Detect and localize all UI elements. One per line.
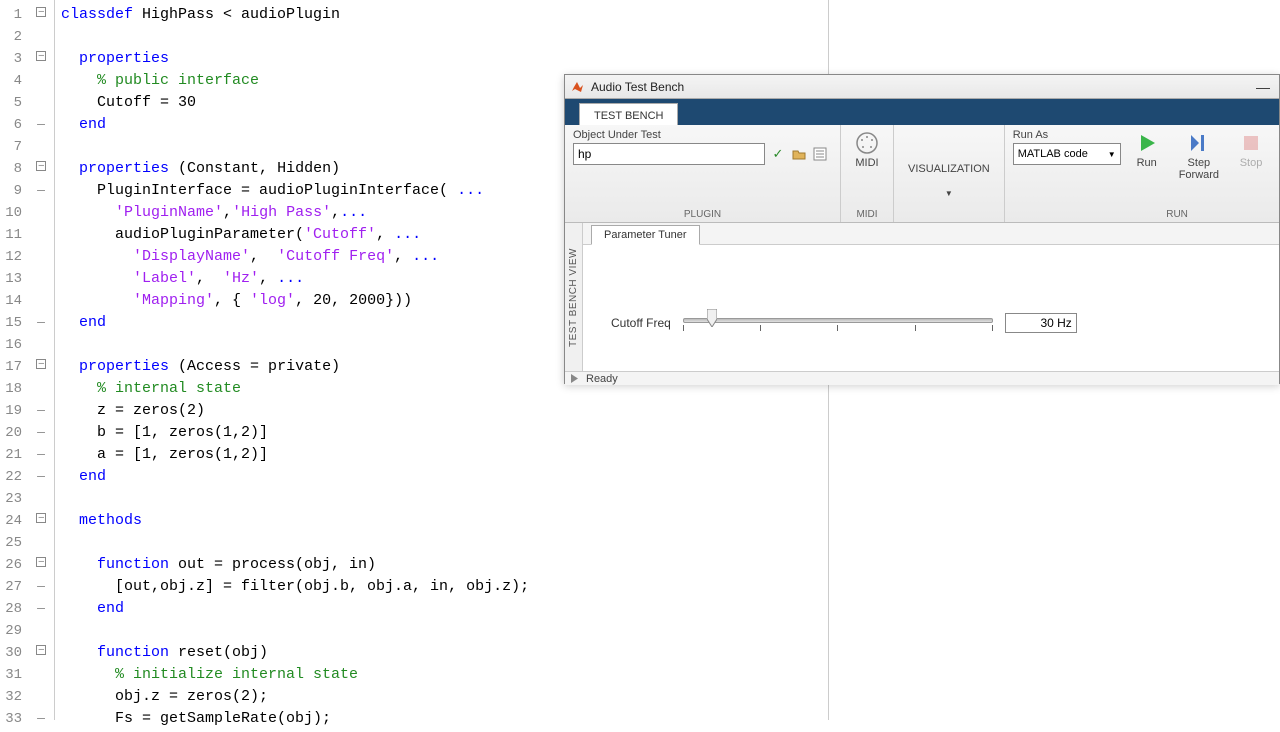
play-icon [1135, 131, 1159, 155]
midi-icon [855, 131, 879, 155]
open-icon[interactable] [790, 145, 808, 163]
group-midi: MIDI MIDI [841, 125, 894, 222]
tab-test-bench[interactable]: TEST BENCH [579, 103, 678, 125]
toolstrip: Object Under Test ✓ PLUGIN MIDI [565, 125, 1279, 223]
midi-label: MIDI [855, 157, 878, 169]
group-midi-label: MIDI [841, 209, 893, 220]
run-as-select[interactable]: MATLAB code ▼ [1013, 143, 1121, 165]
tuner-tab-bar: Parameter Tuner [583, 223, 1279, 245]
param-label: Cutoff Freq [611, 316, 671, 330]
group-plugin-label: PLUGIN [565, 209, 840, 220]
group-visualization: VISUALIZATION ▼ [894, 125, 1005, 222]
audio-test-bench-window: Audio Test Bench — TEST BENCH Object Und… [564, 74, 1280, 384]
test-bench-body: TEST BENCH VIEW Parameter Tuner Cutoff F… [565, 223, 1279, 371]
chevron-down-icon: ▼ [1108, 150, 1116, 159]
view-label: TEST BENCH VIEW [568, 248, 579, 347]
chevron-down-icon: ▼ [945, 189, 953, 198]
fold-gutter[interactable]: —————————— [28, 0, 54, 720]
line-number-gutter: 1234567891011121314151617181920212223242… [0, 0, 28, 720]
view-selector-sidebar[interactable]: TEST BENCH VIEW [565, 223, 583, 371]
midi-button[interactable]: MIDI [849, 129, 885, 171]
visualization-button[interactable]: VISUALIZATION ▼ [902, 161, 996, 200]
slider-ticks [683, 325, 993, 331]
cutoff-slider[interactable] [683, 313, 993, 333]
window-title: Audio Test Bench [591, 80, 1253, 94]
cutoff-value-input[interactable] [1005, 313, 1077, 333]
object-under-test-input[interactable] [573, 143, 765, 165]
minimize-button[interactable]: — [1253, 79, 1273, 95]
group-plugin: Object Under Test ✓ PLUGIN [565, 125, 841, 222]
run-as-label: Run As [1013, 129, 1121, 141]
slider-track [683, 318, 993, 323]
tab-parameter-tuner[interactable]: Parameter Tuner [591, 225, 700, 245]
title-bar[interactable]: Audio Test Bench — [565, 75, 1279, 99]
properties-icon[interactable] [811, 145, 829, 163]
object-under-test-label: Object Under Test [573, 129, 832, 141]
parameter-tuner-panel: Cutoff Freq [583, 245, 1279, 371]
visualization-label: VISUALIZATION [908, 163, 990, 175]
validate-icon[interactable]: ✓ [769, 145, 787, 163]
toolstrip-tab-bar: TEST BENCH [565, 99, 1279, 125]
matlab-icon [571, 80, 585, 94]
status-play-icon [569, 373, 580, 384]
run-button[interactable]: Run [1129, 129, 1165, 194]
stop-button[interactable]: Stop [1233, 129, 1269, 194]
status-bar: Ready [565, 371, 1279, 385]
group-run-label: RUN [1005, 209, 1280, 220]
step-icon [1187, 131, 1211, 155]
status-text: Ready [586, 373, 618, 385]
stop-icon [1239, 131, 1263, 155]
group-run: Run As MATLAB code ▼ Run Step Forward [1005, 125, 1280, 222]
step-forward-button[interactable]: Step Forward [1173, 129, 1225, 194]
